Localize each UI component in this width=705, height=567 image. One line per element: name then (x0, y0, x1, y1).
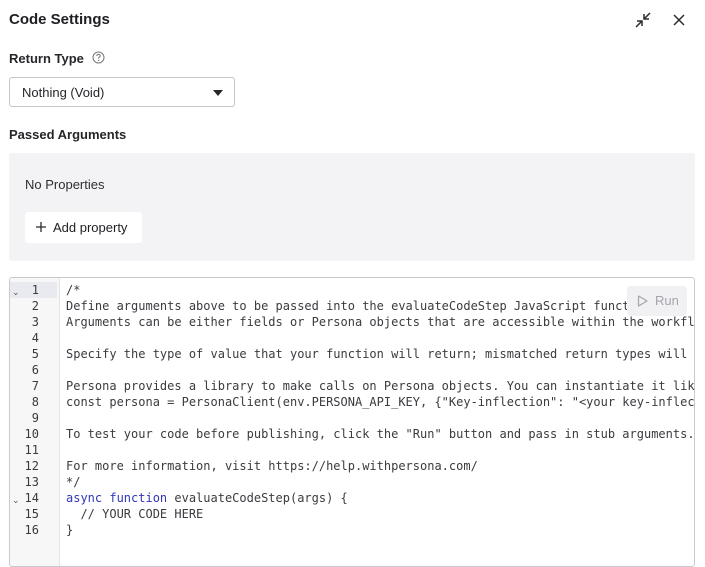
code-line: Specify the type of value that your func… (66, 347, 694, 361)
passed-arguments-label: Passed Arguments (9, 127, 127, 142)
return-type-label: Return Type (9, 51, 84, 66)
plus-icon (36, 222, 46, 232)
run-button[interactable]: Run (627, 286, 687, 316)
code-line: To test your code before publishing, cli… (66, 427, 694, 441)
keyword-function: function (109, 491, 168, 505)
line-number: 6 (31, 363, 39, 377)
line-number: 4 (31, 331, 39, 345)
line-number: 9 (31, 411, 39, 425)
keyword-async: async (66, 491, 103, 505)
code-line: /* (66, 283, 81, 297)
code-line: Persona provides a library to make calls… (66, 379, 694, 393)
code-line: */ (66, 475, 81, 489)
line-number: 5 (31, 347, 39, 361)
panel-title: Code Settings (9, 11, 110, 28)
line-number: 16 (24, 523, 39, 537)
run-button-label: Run (655, 293, 679, 308)
line-number: 10 (24, 427, 39, 441)
code-line: async function evaluateCodeStep(args) { (66, 490, 348, 506)
line-number: 11 (24, 443, 39, 457)
caret-down-icon (213, 90, 223, 96)
line-number: 3 (31, 315, 39, 329)
code-line: } (66, 523, 74, 537)
question-circle-icon[interactable] (92, 51, 105, 64)
code-editor[interactable]: ⌄ ⌄ 1 2 3 4 5 6 7 8 9 10 11 12 13 14 15 … (9, 277, 695, 567)
function-signature: evaluateCodeStep(args) { (167, 491, 348, 505)
line-number: 12 (24, 459, 39, 473)
close-icon[interactable] (670, 11, 688, 29)
code-line: For more information, visit https://help… (66, 459, 478, 473)
line-number: 1 (31, 283, 39, 297)
code-line: Define arguments above to be passed into… (66, 299, 630, 313)
line-number: 8 (31, 395, 39, 409)
code-content[interactable]: /* Define arguments above to be passed i… (66, 278, 694, 566)
add-property-button[interactable]: Add property (25, 212, 142, 243)
empty-properties-text: No Properties (25, 177, 105, 192)
add-property-label: Add property (53, 220, 128, 235)
return-type-value: Nothing (Void) (22, 85, 105, 100)
minimize-icon[interactable] (634, 11, 652, 29)
line-number-gutter: ⌄ ⌄ 1 2 3 4 5 6 7 8 9 10 11 12 13 14 15 … (10, 278, 60, 566)
line-number: 15 (24, 507, 39, 521)
line-number: 13 (24, 475, 39, 489)
return-type-select[interactable]: Nothing (Void) (9, 77, 235, 107)
code-line: // YOUR CODE HERE (66, 507, 204, 521)
code-line: Arguments can be either fields or Person… (66, 315, 694, 329)
line-number: 2 (31, 299, 39, 313)
line-number: 14 (24, 491, 39, 505)
play-icon (637, 295, 648, 307)
line-number: 7 (31, 379, 39, 393)
code-line: const persona = PersonaClient(env.PERSON… (66, 395, 694, 409)
passed-arguments-panel: No Properties Add property (9, 153, 695, 261)
